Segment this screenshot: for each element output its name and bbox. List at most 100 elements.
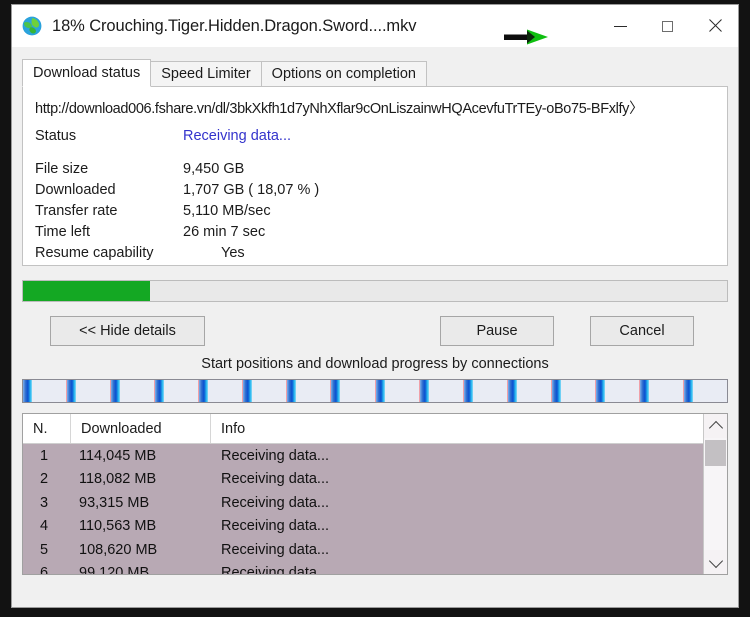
- connection-segment-progress: [419, 380, 429, 402]
- cell-n: 5: [39, 541, 49, 558]
- connection-segment: [23, 380, 68, 402]
- connection-segment-progress: [155, 380, 165, 402]
- table-header-row: N. Downloaded Info: [23, 414, 703, 444]
- title-bar: 18% Crouching.Tiger.Hidden.Dragon.Sword.…: [12, 5, 738, 47]
- tab-options-on-completion[interactable]: Options on completion: [260, 61, 427, 87]
- action-button-row: << Hide details Pause Cancel: [22, 316, 728, 346]
- chevron-down-icon: [708, 553, 723, 568]
- file-size-label: File size: [35, 161, 89, 177]
- connection-segment: [155, 380, 200, 402]
- close-icon: [707, 18, 723, 34]
- connection-segment: [375, 380, 420, 402]
- connection-segment-progress: [507, 380, 517, 402]
- hide-details-button[interactable]: << Hide details: [50, 316, 205, 346]
- table-row[interactable]: 2 118,082 MB Receiving data...: [23, 467, 703, 491]
- minimize-icon: [614, 25, 627, 27]
- transfer-rate-row: Transfer rate 5,110 MB/sec: [35, 201, 715, 222]
- column-header-downloaded[interactable]: Downloaded: [71, 414, 211, 443]
- cell-n: 3: [39, 494, 49, 511]
- scrollbar-track[interactable]: [704, 438, 727, 550]
- download-url: http://download006.fshare.vn/dl/3bkXkfh1…: [35, 101, 644, 117]
- connection-segment-progress: [463, 380, 473, 402]
- time-left-row: Time left 26 min 7 sec: [35, 222, 715, 243]
- connection-segment-progress: [375, 380, 385, 402]
- scroll-down-button[interactable]: [704, 550, 727, 574]
- cell-info: Receiving data...: [221, 518, 330, 535]
- cancel-button[interactable]: Cancel: [590, 316, 694, 346]
- cell-n: 2: [39, 471, 49, 488]
- cell-info: Receiving data...: [221, 494, 330, 511]
- transfer-rate-value: 5,110 MB/sec: [183, 203, 271, 219]
- cell-n: 1: [39, 447, 49, 464]
- table-row[interactable]: 6 99,120 MB Receiving data...: [23, 561, 703, 574]
- cell-info: Receiving data...: [221, 447, 330, 464]
- download-status-panel: http://download006.fshare.vn/dl/3bkXkfh1…: [22, 86, 728, 266]
- connection-segment: [243, 380, 288, 402]
- connections-table-body-area: N. Downloaded Info 1 114,045 MB Receiving …: [23, 414, 703, 574]
- connections-table: N. Downloaded Info 1 114,045 MB Receiving …: [22, 413, 728, 575]
- tab-strip: Download status Speed Limiter Options on…: [22, 59, 738, 87]
- status-row: Status Receiving data...: [35, 126, 715, 147]
- file-size-row: File size 9,450 GB: [35, 159, 715, 180]
- connection-segment: [111, 380, 156, 402]
- connection-segment: [67, 380, 112, 402]
- downloaded-row: Downloaded 1,707 GB ( 18,07 % ): [35, 180, 715, 201]
- tab-speed-limiter[interactable]: Speed Limiter: [150, 61, 262, 87]
- connection-segment-progress: [67, 380, 77, 402]
- connection-segment: [595, 380, 640, 402]
- column-header-info[interactable]: Info: [211, 414, 703, 443]
- cell-downloaded: 99,120 MB: [79, 565, 150, 574]
- file-size-value: 9,450 GB: [183, 161, 245, 177]
- cell-info: Receiving data...: [221, 471, 330, 488]
- connections-progress-bar: [22, 379, 728, 403]
- close-button[interactable]: [691, 5, 738, 47]
- connection-segment-progress: [243, 380, 253, 402]
- downloaded-value: 1,707 GB ( 18,07 % ): [183, 182, 320, 198]
- table-row[interactable]: 5 108,620 MB Receiving data...: [23, 538, 703, 562]
- row-spacer: [35, 147, 715, 159]
- connection-segment: [287, 380, 332, 402]
- connection-segment: [683, 380, 727, 402]
- connection-segment: [463, 380, 508, 402]
- connection-segment-progress: [551, 380, 561, 402]
- status-value: Receiving data...: [183, 128, 292, 144]
- connection-segment-progress: [595, 380, 605, 402]
- status-label: Status: [35, 128, 77, 144]
- window-controls: [597, 5, 738, 47]
- table-row[interactable]: 1 114,045 MB Receiving data...: [23, 444, 703, 468]
- column-header-n[interactable]: N.: [23, 414, 71, 443]
- resume-capability-label: Resume capability: [35, 245, 154, 261]
- connection-segment-progress: [111, 380, 121, 402]
- scroll-up-button[interactable]: [704, 414, 727, 438]
- maximize-icon: [662, 20, 673, 32]
- overall-progress-bar: [22, 280, 728, 302]
- window-title: 18% Crouching.Tiger.Hidden.Dragon.Sword.…: [52, 16, 417, 35]
- downloaded-label: Downloaded: [35, 182, 116, 198]
- cell-downloaded: 108,620 MB: [79, 541, 158, 558]
- cell-info: Receiving data...: [221, 541, 330, 558]
- tab-download-status[interactable]: Download status: [22, 59, 152, 87]
- table-row[interactable]: 4 110,563 MB Receiving data...: [23, 514, 703, 538]
- idm-download-progress-window: 18% Crouching.Tiger.Hidden.Dragon.Sword.…: [11, 4, 739, 608]
- time-left-value: 26 min 7 sec: [183, 224, 266, 240]
- connection-segment-progress: [639, 380, 649, 402]
- green-arrow-annotation-icon: [504, 29, 549, 45]
- table-vertical-scrollbar[interactable]: [703, 414, 727, 574]
- table-row[interactable]: 3 93,315 MB Receiving data...: [23, 491, 703, 515]
- chevron-up-icon: [708, 420, 723, 435]
- maximize-button[interactable]: [644, 5, 691, 47]
- connection-segment-progress: [331, 380, 341, 402]
- connection-segment-progress: [199, 380, 209, 402]
- minimize-button[interactable]: [597, 5, 644, 47]
- overall-progress-fill: [23, 281, 150, 301]
- cell-downloaded: 118,082 MB: [79, 471, 157, 488]
- resume-capability-value: Yes: [221, 245, 245, 261]
- cell-downloaded: 93,315 MB: [79, 494, 150, 511]
- connection-segment-progress: [23, 380, 32, 402]
- pause-button[interactable]: Pause: [440, 316, 554, 346]
- cell-info: Receiving data...: [221, 565, 330, 574]
- scrollbar-thumb[interactable]: [705, 440, 726, 466]
- table-rows: 1 114,045 MB Receiving data... 2 118,082 MB R…: [23, 444, 703, 574]
- connection-segment: [199, 380, 244, 402]
- screen-background: 18% Crouching.Tiger.Hidden.Dragon.Sword.…: [0, 0, 750, 617]
